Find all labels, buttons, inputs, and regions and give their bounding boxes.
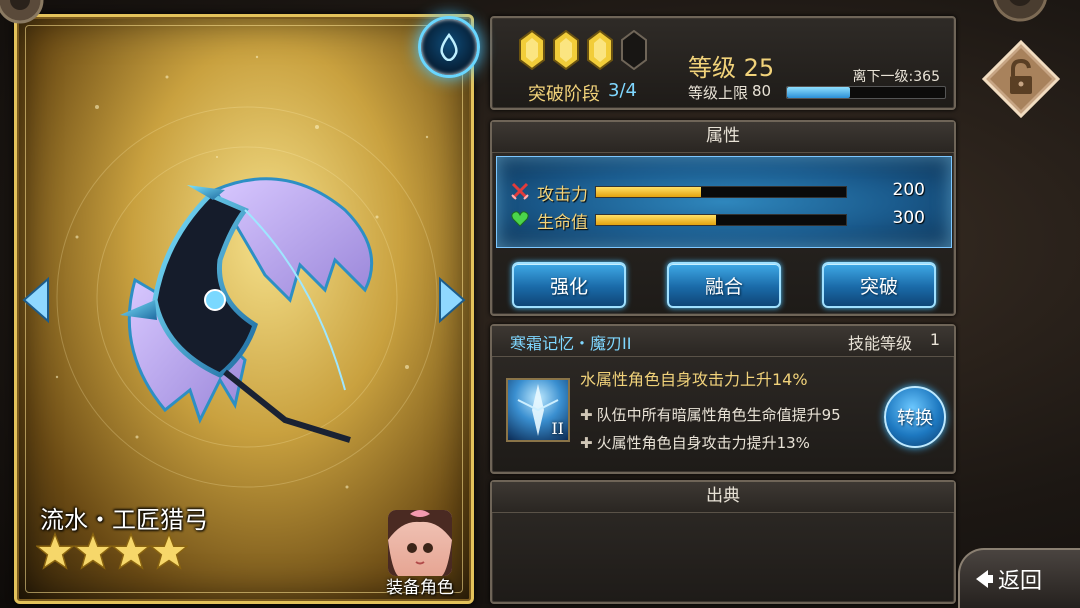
xp-progress-fill: [787, 87, 851, 98]
skill-level-label: 技能等级: [847, 334, 912, 353]
breakthrough-label: 突破阶段: [528, 84, 600, 105]
top-right-gear-decoration: [993, 0, 1047, 22]
crossed-swords-icon: [511, 182, 529, 200]
skill-icon-numeral: II: [551, 419, 564, 438]
skill-sub-effect-text: 队伍中所有暗属性角色生命值提升95: [596, 406, 841, 424]
stat-row-hp: 生命值 300: [507, 207, 941, 233]
stat-value: 200: [892, 180, 925, 200]
water-drop-icon: [440, 33, 458, 61]
stat-row-attack: 攻击力 200: [507, 179, 941, 205]
stat-name: 生命值: [537, 213, 588, 233]
stat-bar: [595, 186, 847, 198]
plus-icon: ✚: [580, 406, 593, 424]
arrow-left-icon: [22, 276, 49, 324]
source-panel: 出典: [490, 480, 956, 604]
star-icon: [150, 531, 188, 570]
weapon-art: [120, 177, 374, 443]
back-arrow-icon: [976, 570, 993, 588]
fuse-button[interactable]: 融合: [667, 262, 781, 308]
unlock-icon: [981, 39, 1061, 119]
stat-bar: [595, 214, 847, 226]
stat-bar-fill: [596, 215, 716, 225]
corner-gear-decoration: [0, 0, 44, 24]
back-label: 返回: [998, 569, 1043, 594]
attributes-title: 属性: [492, 122, 954, 153]
skill-name: 寒霜记忆・魔刃II: [510, 334, 632, 353]
skill-sub-effect: ✚ 队伍中所有暗属性角色生命值提升95: [580, 404, 841, 425]
stat-name: 攻击力: [537, 185, 588, 205]
gem-filled-icon: [519, 30, 545, 70]
stats-box: 攻击力 200 生命值 300: [496, 156, 952, 248]
lock-toggle-button[interactable]: [981, 39, 1061, 119]
skill-level-value: 1: [929, 330, 940, 349]
attributes-panel: 属性 攻击力 200 生命值 300 强化 融合 突破: [490, 120, 956, 316]
xp-progress-bar: [786, 86, 946, 99]
equipped-character-button[interactable]: 装备角色: [376, 508, 464, 598]
enhance-button[interactable]: 强化: [512, 262, 626, 308]
star-icon: [36, 531, 74, 570]
level-cap-value: 80: [752, 82, 772, 100]
breakthrough-button[interactable]: 突破: [822, 262, 936, 308]
next-weapon-button[interactable]: [436, 275, 468, 325]
next-level-xp: 离下一级:365: [852, 69, 940, 85]
level-panel: 突破阶段 3/4 等级 25 等级上限 80 离下一级:365: [490, 16, 956, 110]
stat-bar-fill: [596, 187, 701, 197]
back-button-content: 返回: [974, 562, 1074, 596]
source-title: 出典: [492, 482, 954, 513]
breakthrough-value: 3/4: [608, 80, 637, 101]
gem-filled-icon: [553, 30, 579, 70]
arrow-right-icon: [439, 276, 466, 324]
star-icon: [112, 531, 150, 570]
heart-icon: [511, 211, 529, 227]
character-avatar: [388, 510, 452, 576]
gem-filled-icon: [587, 30, 613, 70]
switch-skill-button[interactable]: 转换: [884, 386, 946, 448]
element-badge: [418, 16, 480, 78]
level-label: 等级 25: [688, 54, 775, 82]
skill-sub-effect-text: 火属性角色自身攻击力提升13%: [596, 434, 810, 452]
rarity-stars: [36, 530, 188, 572]
prev-weapon-button[interactable]: [20, 275, 52, 325]
skill-icon: II: [506, 378, 570, 442]
skill-main-effect: 水属性角色自身攻击力上升14%: [580, 370, 808, 389]
equip-label: 装备角色: [386, 578, 454, 598]
skill-sub-effect: ✚ 火属性角色自身攻击力提升13%: [580, 432, 810, 453]
star-icon: [74, 531, 112, 570]
breakthrough-gems: [518, 30, 648, 70]
level-cap-label: 等级上限: [688, 84, 749, 102]
gem-empty-icon: [621, 30, 647, 70]
stat-value: 300: [892, 208, 925, 228]
skill-panel: 寒霜记忆・魔刃II 技能等级 1 II 水属性角色自身攻击力上升14% ✚ 队伍中…: [490, 324, 956, 474]
back-button[interactable]: 返回: [958, 548, 1080, 608]
plus-icon: ✚: [580, 434, 593, 452]
skill-header: 寒霜记忆・魔刃II 技能等级 1: [492, 326, 954, 357]
